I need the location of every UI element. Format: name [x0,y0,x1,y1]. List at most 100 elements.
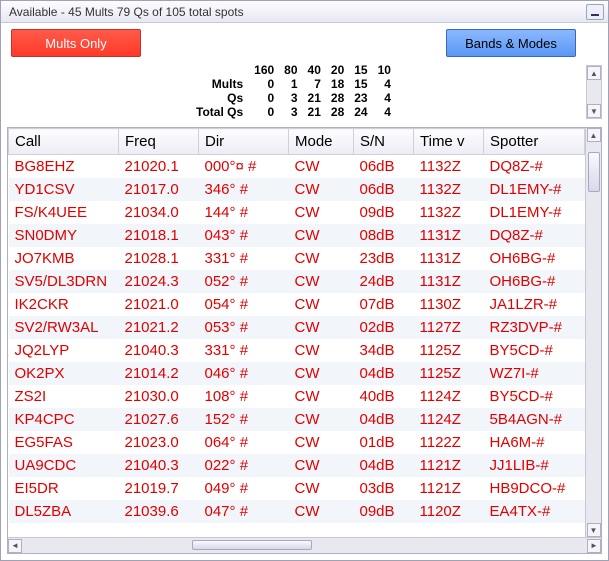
cell-sn: 02dB [354,316,414,339]
cell-time: 1132Z [414,155,484,179]
column-header[interactable]: Dir [199,129,289,155]
band-header: 80 [279,63,302,77]
spots-table: CallFreqDirModeS/NTime vSpotter BG8EHZ21… [8,128,585,523]
cell-call: IK2CKR [9,293,119,316]
cell-sn: 04dB [354,454,414,477]
cell-dir: 331° # [199,247,289,270]
cell-call: JQ2LYP [9,339,119,362]
cell-sn: 06dB [354,155,414,179]
table-row[interactable]: KP4CPC21027.6152° #CW04dB1124Z5B4AGN-# [9,408,585,431]
cell-spotter: JJ1LIB-# [484,454,585,477]
cell-time: 1120Z [414,500,484,523]
window-title: Available - 45 Mults 79 Qs of 105 total … [9,5,244,19]
cell-call: ZS2I [9,385,119,408]
cell-dir: 053° # [199,316,289,339]
column-header[interactable]: Call [9,129,119,155]
cell-dir: 144° # [199,201,289,224]
cell-mode: CW [289,178,354,201]
cell-spotter: OH6BG-# [484,247,585,270]
cell-call: DL5ZBA [9,500,119,523]
column-header[interactable]: Spotter [484,129,585,155]
cell-mode: CW [289,477,354,500]
cell-dir: 047° # [199,500,289,523]
summary-cell: 18 [326,77,349,91]
cell-freq: 21034.0 [119,201,199,224]
minimize-button[interactable] [586,4,604,20]
cell-call: UA9CDC [9,454,119,477]
cell-freq: 21017.0 [119,178,199,201]
scroll-up-icon[interactable]: ▲ [587,128,601,142]
table-row[interactable]: IK2CKR21021.0054° #CW07dB1130ZJA1LZR-# [9,293,585,316]
titlebar: Available - 45 Mults 79 Qs of 105 total … [1,1,608,23]
cell-time: 1122Z [414,431,484,454]
summary-cell: 7 [303,77,326,91]
summary-scrollbar[interactable]: ▲ ▼ [586,65,602,119]
cell-time: 1132Z [414,178,484,201]
scrollbar-track[interactable] [22,539,587,553]
cell-time: 1132Z [414,201,484,224]
cell-time: 1131Z [414,247,484,270]
cell-call: FS/K4UEE [9,201,119,224]
summary-cell: 23 [349,91,372,105]
summary-row-label: Total Qs [191,105,249,119]
cell-spotter: BY5CD-# [484,385,585,408]
scroll-down-icon[interactable]: ▼ [587,523,601,537]
toolbar: Mults Only Bands & Modes [1,23,586,61]
table-row[interactable]: YD1CSV21017.0346° #CW06dB1132ZDL1EMY-# [9,178,585,201]
cell-sn: 07dB [354,293,414,316]
cell-mode: CW [289,155,354,179]
table-row[interactable]: FS/K4UEE21034.0144° #CW09dB1132ZDL1EMY-# [9,201,585,224]
cell-dir: 043° # [199,224,289,247]
table-row[interactable]: UA9CDC21040.3022° #CW04dB1121ZJJ1LIB-# [9,454,585,477]
cell-time: 1121Z [414,477,484,500]
cell-spotter: JA1LZR-# [484,293,585,316]
scrollbar-thumb[interactable] [588,152,600,192]
cell-sn: 06dB [354,178,414,201]
bands-modes-button[interactable]: Bands & Modes [446,29,576,57]
table-row[interactable]: SN0DMY21018.1043° #CW08dB1131ZDQ8Z-# [9,224,585,247]
scroll-left-icon[interactable]: ◄ [8,539,22,553]
table-row[interactable]: OK2PX21014.2046° #CW04dB1125ZWZ7I-# [9,362,585,385]
cell-freq: 21014.2 [119,362,199,385]
scroll-right-icon[interactable]: ► [587,539,601,553]
scroll-up-icon[interactable]: ▲ [587,66,601,80]
column-header[interactable]: Freq [119,129,199,155]
scroll-down-icon[interactable]: ▼ [587,104,601,118]
summary-cell: 28 [326,91,349,105]
table-row[interactable]: EG5FAS21023.0064° #CW01dB1122ZHA6M-# [9,431,585,454]
cell-spotter: 5B4AGN-# [484,408,585,431]
summary-cell: 0 [249,91,279,105]
table-row[interactable]: BG8EHZ21020.1000°¤ #CW06dB1132ZDQ8Z-# [9,155,585,179]
cell-dir: 108° # [199,385,289,408]
scrollbar-track[interactable] [587,142,601,523]
cell-freq: 21030.0 [119,385,199,408]
cell-call: SV5/DL3DRN [9,270,119,293]
table-row[interactable]: SV5/DL3DRN21024.3052° #CW24dB1131ZOH6BG-… [9,270,585,293]
table-row[interactable]: JO7KMB21028.1331° #CW23dB1131ZOH6BG-# [9,247,585,270]
horizontal-scrollbar[interactable]: ◄ ► [8,537,601,553]
cell-spotter: DQ8Z-# [484,224,585,247]
cell-freq: 21028.1 [119,247,199,270]
table-row[interactable]: EI5DR21019.7049° #CW03dB1121ZHB9DCO-# [9,477,585,500]
table-row[interactable]: SV2/RW3AL21021.2053° #CW02dB1127ZRZ3DVP-… [9,316,585,339]
cell-mode: CW [289,201,354,224]
cell-freq: 21023.0 [119,431,199,454]
cell-sn: 24dB [354,270,414,293]
summary-table: 1608040201510Mults01718154Qs032128234Tot… [191,63,396,119]
mults-only-button[interactable]: Mults Only [11,29,141,57]
cell-mode: CW [289,362,354,385]
cell-spotter: WZ7I-# [484,362,585,385]
column-header[interactable]: Mode [289,129,354,155]
summary-cell: 0 [249,105,279,119]
summary-cell: 24 [349,105,372,119]
table-row[interactable]: JQ2LYP21040.3331° #CW34dB1125ZBY5CD-# [9,339,585,362]
cell-mode: CW [289,339,354,362]
column-header[interactable]: Time v [414,129,484,155]
cell-time: 1125Z [414,362,484,385]
vertical-scrollbar[interactable]: ▲ ▼ [585,128,601,537]
cell-time: 1124Z [414,408,484,431]
column-header[interactable]: S/N [354,129,414,155]
table-row[interactable]: ZS2I21030.0108° #CW40dB1124ZBY5CD-# [9,385,585,408]
scrollbar-thumb[interactable] [192,540,312,550]
table-row[interactable]: DL5ZBA21039.6047° #CW09dB1120ZEA4TX-# [9,500,585,523]
